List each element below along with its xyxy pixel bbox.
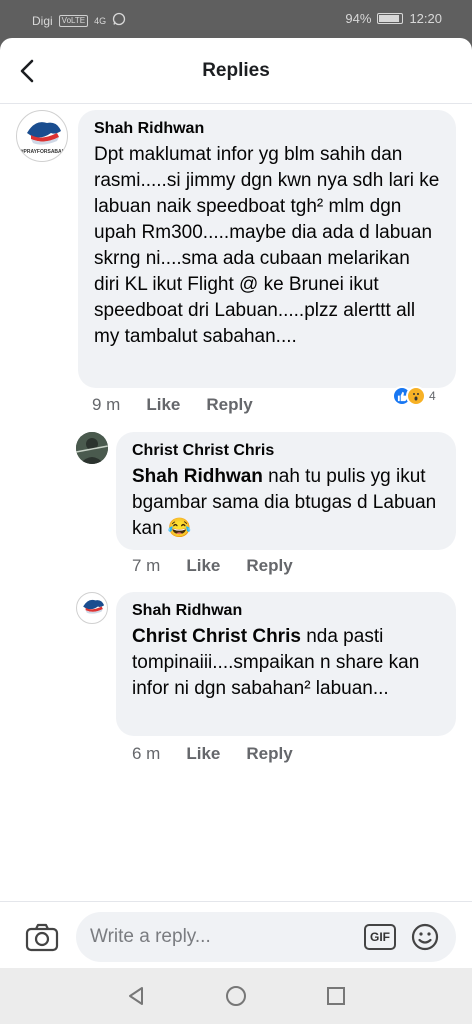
reply-button[interactable]: Reply <box>246 744 292 764</box>
wow-reaction-icon <box>406 386 426 406</box>
camera-button[interactable] <box>24 920 60 954</box>
reply-time: 7 m <box>132 556 161 575</box>
reply-time: 6 m <box>132 744 161 763</box>
whatsapp-icon <box>112 12 126 29</box>
like-button[interactable]: Like <box>186 556 220 576</box>
pray-for-sabah-logo <box>83 599 105 614</box>
profile-photo-icon <box>76 432 108 464</box>
emoji-button[interactable] <box>410 922 440 952</box>
camera-icon <box>25 923 59 952</box>
triangle-back-icon <box>129 987 143 1005</box>
volte-badge: VoLTE <box>58 14 89 27</box>
avatar[interactable]: #PRAYFORSABAH <box>16 110 68 162</box>
like-button[interactable]: Like <box>146 395 180 415</box>
comment-text: Dpt maklumat infor yg blm sahih dan rasm… <box>94 144 440 347</box>
like-button[interactable]: Like <box>186 744 220 764</box>
reply-button[interactable]: Reply <box>206 395 252 415</box>
replies-sheet: Replies #PRAYFORSABAH Shah Ridhwan Dpt m… <box>0 38 472 1006</box>
reply-box[interactable]: GIF <box>76 912 456 962</box>
comment-time: 9 m <box>92 395 121 414</box>
system-nav-bar <box>0 968 472 1024</box>
reply-actions: 6 m Like Reply <box>132 744 293 764</box>
avatar[interactable] <box>76 432 108 464</box>
reply-text: Christ Christ Chris nda pasti tompinaiii… <box>132 624 440 702</box>
carrier-label: Digi <box>32 13 53 28</box>
header: Replies <box>0 38 472 104</box>
nav-home-button[interactable] <box>224 984 248 1008</box>
reaction-count: 4 <box>429 389 436 403</box>
smiley-icon <box>411 923 439 951</box>
comment-bubble[interactable]: Shah Ridhwan Dpt maklumat infor yg blm s… <box>78 110 456 388</box>
reply-bubble[interactable]: Shah Ridhwan Christ Christ Chris nda pas… <box>116 592 456 736</box>
avatar[interactable] <box>76 592 108 624</box>
gif-button[interactable]: GIF <box>364 924 396 950</box>
circle-home-icon <box>226 986 246 1006</box>
comment-author[interactable]: Shah Ridhwan <box>94 120 440 138</box>
nav-back-button[interactable] <box>124 984 148 1008</box>
mention-link[interactable]: Christ Christ Chris <box>132 626 301 647</box>
status-bar: Digi VoLTE 4G 94% 12:20 <box>0 0 472 38</box>
network-label: 4G <box>94 15 107 26</box>
reply-input[interactable] <box>90 925 340 949</box>
battery-icon <box>377 13 404 24</box>
battery-percent: 94% <box>345 11 372 26</box>
reply-author[interactable]: Shah Ridhwan <box>132 602 440 620</box>
reply-author[interactable]: Christ Christ Chris <box>132 442 440 460</box>
reply-button[interactable]: Reply <box>246 556 292 576</box>
clock: 12:20 <box>409 11 442 26</box>
nav-recents-button[interactable] <box>324 984 348 1008</box>
page-title: Replies <box>202 60 270 81</box>
avatar-caption: #PRAYFORSABAH <box>21 149 66 155</box>
square-recents-icon <box>327 987 345 1005</box>
reply-actions: 7 m Like Reply <box>132 556 293 576</box>
reply-bubble[interactable]: Christ Christ Chris Shah Ridhwan nah tu … <box>116 432 456 550</box>
mention-link[interactable]: Shah Ridhwan <box>132 466 263 487</box>
reply-text: Shah Ridhwan nah tu pulis yg ikut bgamba… <box>132 464 440 542</box>
pray-for-sabah-logo: #PRAYFORSABAH <box>21 122 66 155</box>
comment-actions: 9 m Like Reply <box>92 395 253 415</box>
reaction-summary[interactable]: 4 <box>392 386 436 406</box>
